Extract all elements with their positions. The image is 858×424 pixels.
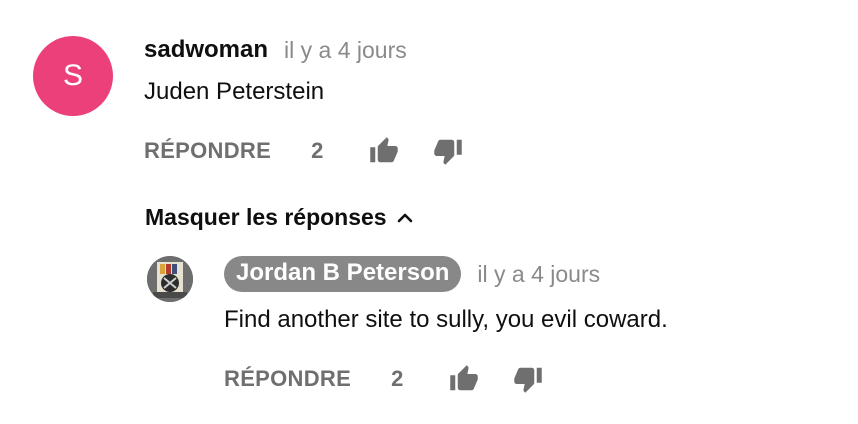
avatar-letter: S (62, 59, 83, 92)
reply-thread: Jordan B Peterson il y a 4 jours Find an… (147, 256, 668, 396)
hide-replies-toggle[interactable]: Masquer les réponses (145, 204, 415, 231)
comment-body: sadwoman il y a 4 jours Juden Peterstein… (144, 36, 465, 168)
comment-author[interactable]: sadwoman (144, 36, 268, 64)
like-count: 2 (311, 138, 324, 163)
reply-actions: RÉPONDRE 2 (224, 362, 668, 396)
avatar[interactable] (147, 256, 193, 302)
profile-picture-icon (147, 256, 193, 302)
hide-replies-label: Masquer les réponses (145, 204, 387, 230)
reply-header: Jordan B Peterson il y a 4 jours (224, 256, 668, 292)
comment-text: Juden Peterstein (144, 78, 325, 105)
reply-body: Jordan B Peterson il y a 4 jours Find an… (224, 256, 668, 396)
reply-button[interactable]: RÉPONDRE (144, 138, 271, 164)
chevron-up-icon (395, 208, 415, 228)
like-count: 2 (391, 366, 404, 391)
thumb-up-icon[interactable] (447, 362, 481, 396)
comment-actions: RÉPONDRE 2 (144, 134, 465, 168)
avatar[interactable]: S (33, 36, 113, 116)
thumb-down-icon[interactable] (511, 362, 545, 396)
reply-timestamp[interactable]: il y a 4 jours (477, 261, 600, 288)
comment-header: sadwoman il y a 4 jours (144, 36, 465, 64)
reply-text: Find another site to sully, you evil cow… (224, 306, 668, 333)
reply-button[interactable]: RÉPONDRE (224, 366, 351, 392)
thumb-up-icon[interactable] (367, 134, 401, 168)
comment-thread: S sadwoman il y a 4 jours Juden Peterste… (33, 36, 465, 168)
reply-author[interactable]: Jordan B Peterson (224, 256, 462, 292)
thumb-down-icon[interactable] (431, 134, 465, 168)
comment-timestamp[interactable]: il y a 4 jours (284, 37, 407, 64)
